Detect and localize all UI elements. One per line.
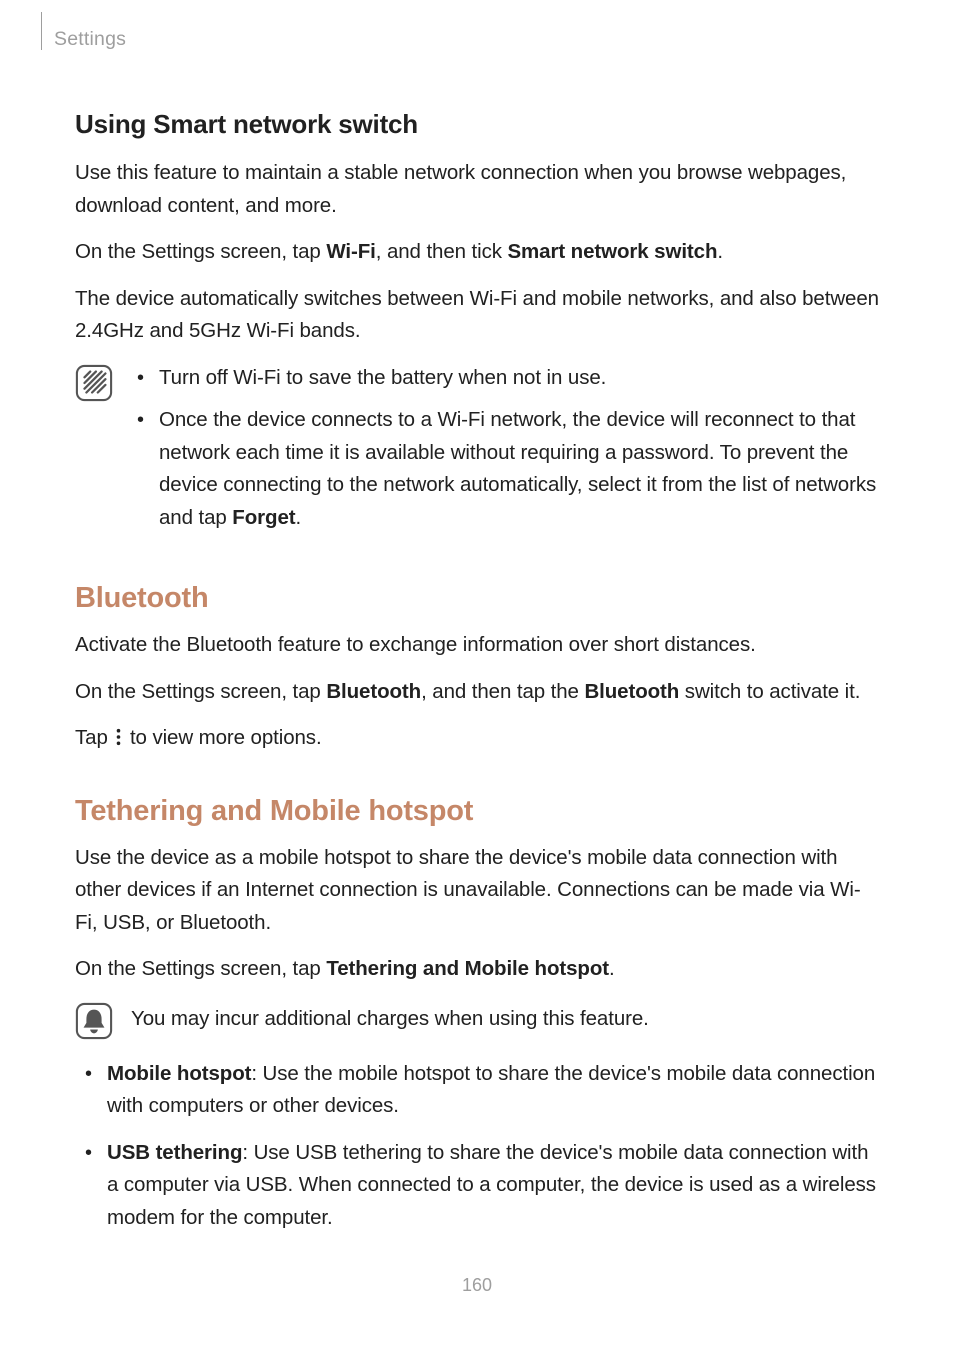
text: On the Settings screen, tap [75,680,326,703]
text: . [295,506,301,529]
tethering-item: Mobile hotspot: Use the mobile hotspot t… [79,1058,879,1123]
note-item: Once the device connects to a Wi-Fi netw… [131,404,879,534]
more-options-icon [116,724,121,757]
note-icon [75,364,113,402]
bold: USB tethering [107,1141,242,1164]
bold: Wi-Fi [326,240,375,263]
bluetooth-instr: On the Settings screen, tap Bluetooth, a… [75,676,879,709]
bluetooth-more: Tap to view more options. [75,722,879,757]
page-header: Settings [41,28,879,51]
bluetooth-desc: Activate the Bluetooth feature to exchan… [75,629,879,662]
page-content: Settings Using Smart network switch Use … [0,0,954,1234]
text: On the Settings screen, tap [75,240,326,263]
note-body: Turn off Wi-Fi to save the battery when … [131,362,879,545]
page-number: 160 [0,1275,954,1296]
bold: Forget [232,506,295,529]
text: . [609,957,615,980]
warning-bell-icon [75,1002,113,1040]
tethering-desc: Use the device as a mobile hotspot to sh… [75,842,879,940]
text: , and then tap the [421,680,584,703]
bluetooth-heading: Bluetooth [75,582,879,615]
text: On the Settings screen, tap [75,957,326,980]
text: switch to activate it. [679,680,860,703]
note-list: Turn off Wi-Fi to save the battery when … [131,362,879,535]
warning-text: You may incur additional charges when us… [131,1003,649,1036]
bold: Tethering and Mobile hotspot [326,957,609,980]
note-item: Turn off Wi-Fi to save the battery when … [131,362,879,395]
bold: Bluetooth [584,680,679,703]
smart-switch-autodetect: The device automatically switches betwee… [75,283,879,348]
smart-switch-instr: On the Settings screen, tap Wi-Fi, and t… [75,236,879,269]
text: to view more options. [124,726,321,749]
text: Tap [75,726,113,749]
header-divider [41,12,42,50]
note-block: Turn off Wi-Fi to save the battery when … [75,362,879,545]
bold: Mobile hotspot [107,1062,251,1085]
tethering-item: USB tethering: Use USB tethering to shar… [79,1137,879,1235]
text: . [717,240,723,263]
bold: Bluetooth [326,680,421,703]
bold: Smart network switch [507,240,717,263]
warning-block: You may incur additional charges when us… [75,1000,879,1040]
header-section-title: Settings [54,28,126,51]
tethering-heading: Tethering and Mobile hotspot [75,795,879,828]
tethering-list: Mobile hotspot: Use the mobile hotspot t… [79,1058,879,1235]
text: , and then tick [376,240,508,263]
smart-switch-heading: Using Smart network switch [75,109,879,140]
smart-switch-desc: Use this feature to maintain a stable ne… [75,157,879,222]
tethering-instr: On the Settings screen, tap Tethering an… [75,953,879,986]
